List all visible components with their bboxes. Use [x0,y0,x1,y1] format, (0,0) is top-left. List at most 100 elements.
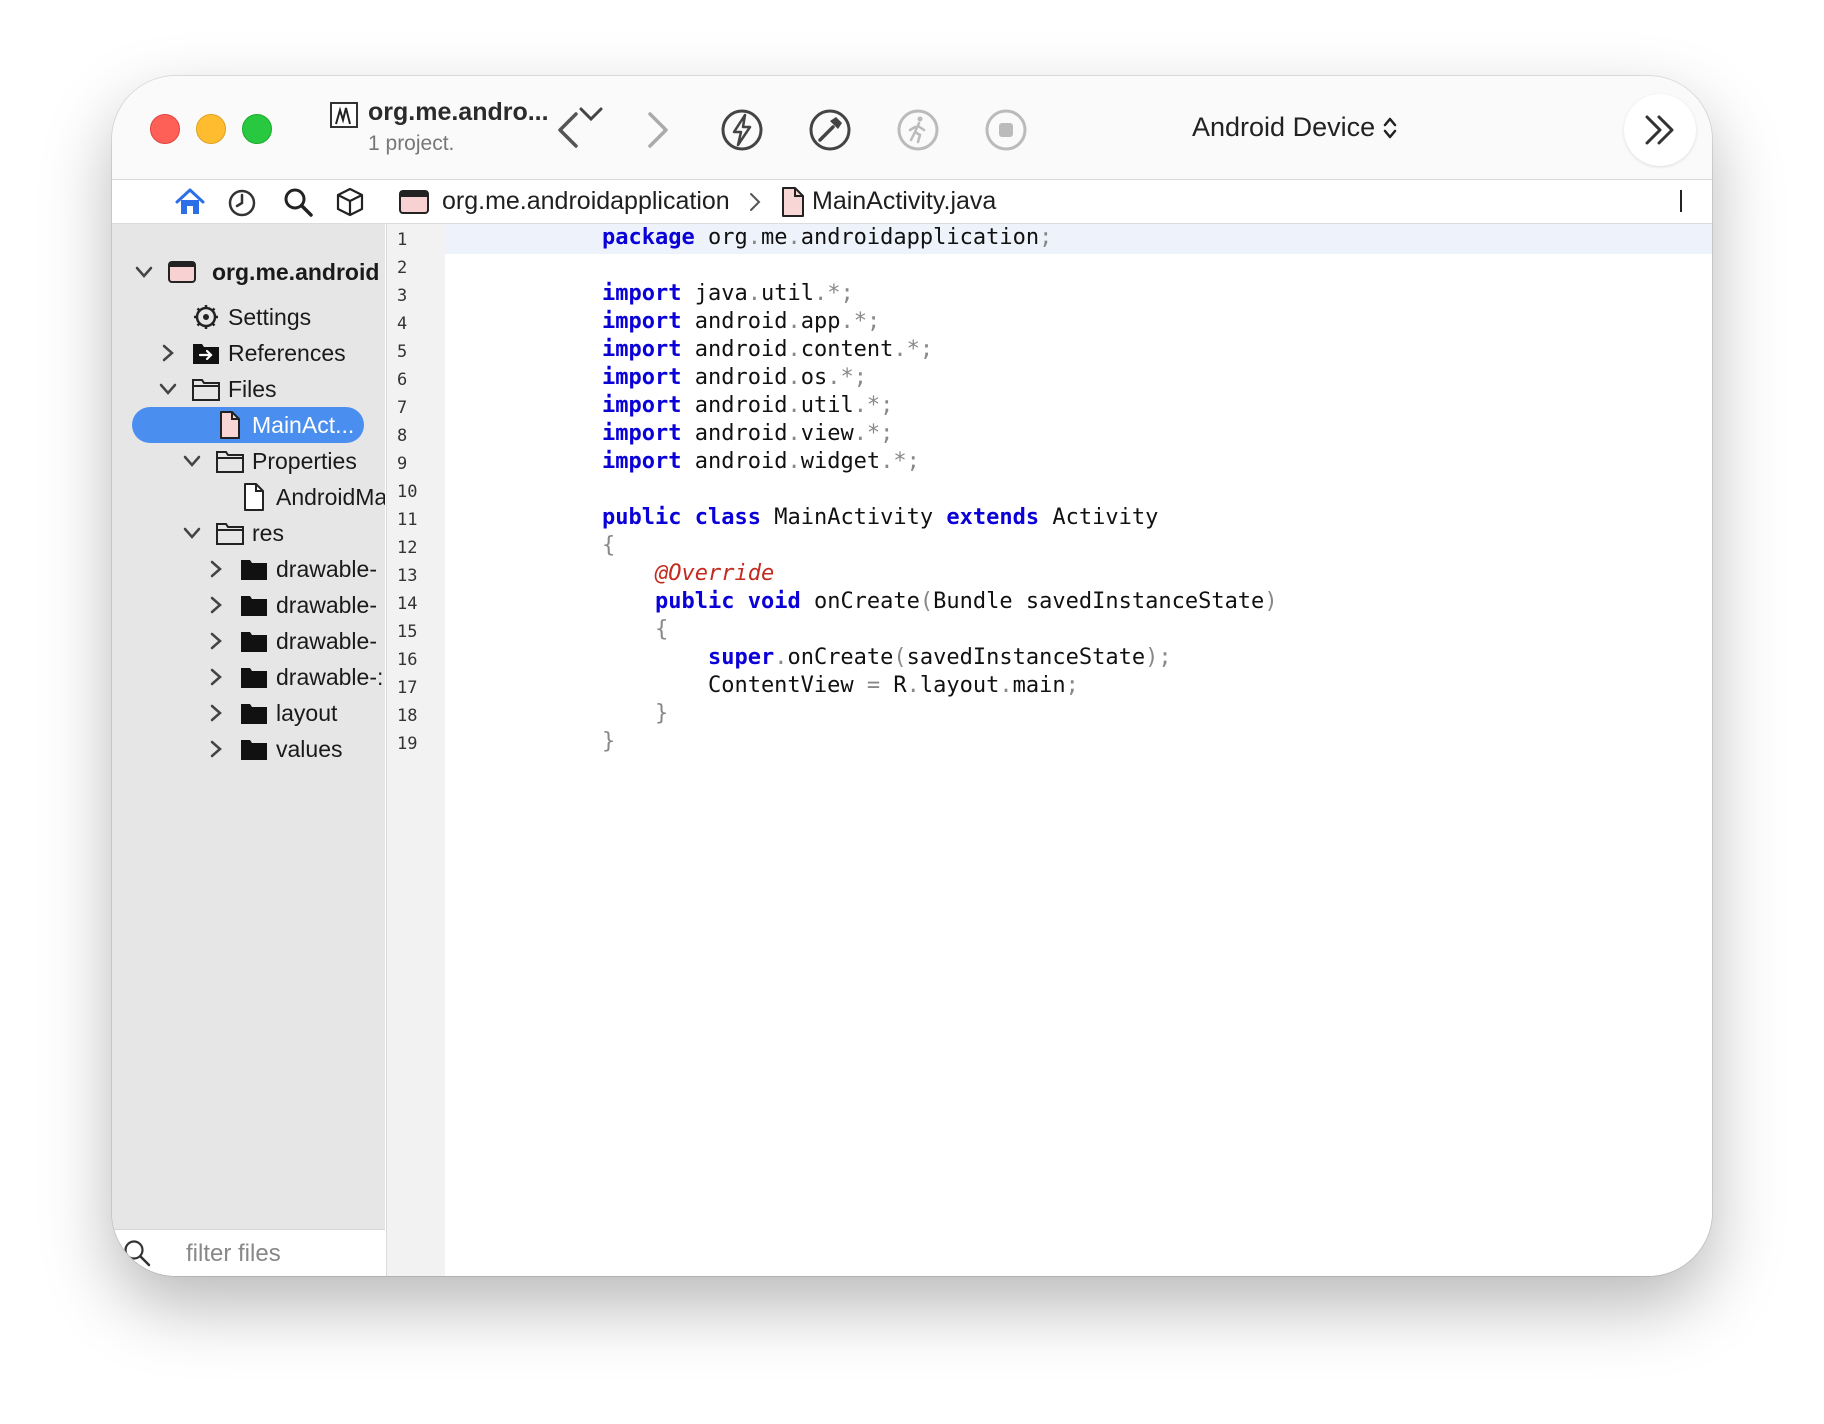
filter-files-input[interactable] [184,1238,378,1270]
chevron-right-icon [750,193,761,211]
tree-item-label: drawable-: [276,664,384,690]
chevron-down-icon[interactable] [182,451,202,471]
code-token: me [760,225,788,250]
line-number: 18 [397,706,418,726]
code-token: R [880,673,907,698]
code-token: .*; [853,393,894,418]
line-number: 15 [397,622,418,642]
tree-item-references[interactable]: References [112,337,385,369]
code-editor[interactable]: package org.me.androidapplication; impor… [445,224,1712,1276]
clock-icon[interactable] [226,186,258,218]
code-token: public [654,589,735,614]
lightning-icon[interactable] [718,106,766,154]
code-token: . [787,421,801,446]
code-token: . [787,449,801,474]
code-line-3: import java.util.*; [602,281,854,306]
tree-item-layout[interactable]: layout [112,697,385,729]
folder-icon [241,668,267,688]
tree-item-files[interactable]: Files [112,373,385,405]
code-line-1: package org.me.androidapplication; [602,225,1052,250]
code-token: class [694,505,761,530]
home-icon[interactable] [174,186,206,218]
code-token: Activity [1039,505,1159,530]
close-window-button[interactable] [150,114,180,144]
back-icon[interactable] [546,106,594,154]
stop-icon[interactable] [982,106,1030,154]
chevron-right-icon[interactable] [206,595,226,615]
run-icon[interactable] [894,106,942,154]
code-line-14: public void onCreate(Bundle savedInstanc… [602,589,1278,614]
tree-item-drawable[interactable]: drawable-: [112,661,385,693]
code-line-9: import android.widget.*; [602,449,920,474]
chevron-right-icon[interactable] [206,667,226,687]
tree-item-drawable[interactable]: drawable- [112,589,385,621]
folder-icon [216,523,244,545]
code-token: { [602,617,669,642]
chevron-down-icon[interactable] [182,523,202,543]
tree-item-settings[interactable]: Settings [112,301,385,333]
tree-item-androidmanifest[interactable]: AndroidMa [112,481,385,513]
tree-root[interactable]: org.me.android [112,256,385,288]
line-number: 11 [397,510,418,530]
code-token: . [906,673,920,698]
code-token: . [787,337,801,362]
tree-item-mainactivity[interactable]: MainAct... [112,407,385,443]
project-folder-icon [168,261,196,283]
hammer-icon[interactable] [806,106,854,154]
line-number: 8 [397,426,408,446]
folder-icon [241,704,267,724]
code-token: android [681,449,788,474]
code-line-19: } [602,729,615,754]
chevron-right-icon[interactable] [158,343,178,363]
device-selector[interactable]: Android Device [1192,112,1375,143]
code-line-6: import android.os.*; [602,365,867,390]
code-token: super [707,645,775,670]
line-number: 6 [397,370,408,390]
tree-item-properties[interactable]: Properties [112,445,385,477]
tree-item-drawable[interactable]: drawable- [112,625,385,657]
minimize-window-button[interactable] [196,114,226,144]
tree-item-values[interactable]: values [112,733,385,765]
code-token: import [602,365,682,390]
code-token: public [602,505,682,530]
folder-icon [241,632,267,652]
tree-item-label: drawable- [276,592,377,618]
search-icon [124,1240,151,1267]
code-line-7: import android.util.*; [602,393,893,418]
package-icon[interactable] [334,186,366,218]
code-token: android [681,393,788,418]
code-token: . [747,281,761,306]
code-token: . [787,309,801,334]
chevron-right-icon[interactable] [206,739,226,759]
breadcrumb-project[interactable]: org.me.androidapplication [442,187,730,216]
updown-icon[interactable] [1382,114,1398,142]
code-token: . [747,225,761,250]
forward-icon[interactable] [632,106,680,154]
chevron-right-icon[interactable] [206,559,226,579]
code-token: } [602,701,669,726]
search-icon[interactable] [282,186,314,218]
editor-split-handle[interactable] [1680,190,1682,212]
chevron-right-icon[interactable] [206,703,226,723]
code-token: .*; [893,337,934,362]
folder-icon [241,740,267,760]
toolbar-overflow-button[interactable] [1624,94,1696,166]
tree-item-label: Settings [228,304,312,330]
tree-item-label: Properties [252,448,357,474]
tree-item-drawable[interactable]: drawable- [112,553,385,585]
chevron-down-icon[interactable] [158,379,178,399]
chevron-right-icon[interactable] [206,631,226,651]
chevron-down-icon[interactable] [134,262,154,282]
tree-item-res[interactable]: res [112,517,385,549]
code-token: @Override [654,561,775,586]
code-token: android [681,421,788,446]
zoom-window-button[interactable] [242,114,272,144]
line-number: 4 [397,314,408,334]
tree-item-label: values [276,736,343,762]
breadcrumb-file[interactable]: MainActivity.java [812,187,996,216]
project-name[interactable]: org.me.andro... [368,98,549,127]
code-token: import [602,421,682,446]
